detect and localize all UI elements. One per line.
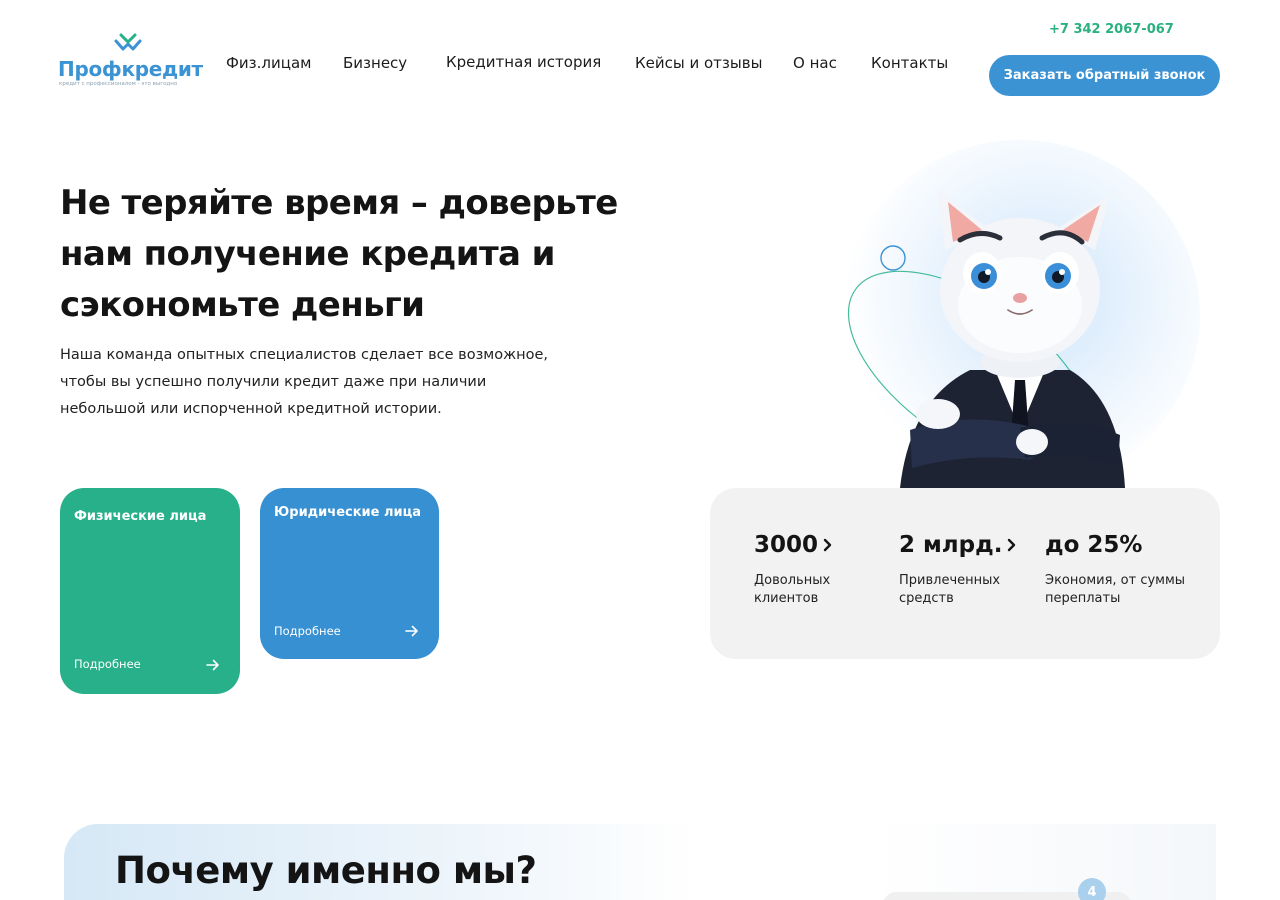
- step-badge: 4: [1078, 878, 1106, 900]
- logo[interactable]: Профкредит кредит с профессионалом - это…: [58, 32, 203, 92]
- arrow-right-icon[interactable]: [206, 659, 220, 671]
- site-header: Профкредит кредит с профессионалом - это…: [0, 0, 1280, 120]
- stat-label: Довольных клиентов: [754, 573, 831, 606]
- stat-label: Привлеченных средств: [899, 573, 1001, 606]
- hero-illustration: [820, 130, 1210, 490]
- stat-funds: 2 млрд. Привлеченных средств: [899, 532, 1016, 608]
- card-title: Физические лица: [74, 509, 207, 524]
- card-more-link[interactable]: Подробнее: [274, 624, 341, 638]
- hero-title: Не теряйте время – доверьте нам получени…: [60, 183, 618, 325]
- stat-value: до 25%: [1045, 532, 1195, 558]
- nav-item-credit-history[interactable]: Кредитная история: [446, 53, 601, 71]
- logo-mark-icon: [114, 33, 142, 51]
- chevron-right-icon: [823, 538, 832, 552]
- nav-item-business[interactable]: Бизнесу: [343, 54, 407, 72]
- why-us-section: Почему именно мы? 4: [64, 824, 1216, 900]
- stat-number: до 25%: [1045, 532, 1143, 558]
- why-us-title: Почему именно мы?: [115, 849, 537, 892]
- logo-tagline: кредит с профессионалом - это выгодно: [59, 81, 178, 87]
- nav-item-contacts[interactable]: Контакты: [871, 54, 948, 72]
- stats-panel: 3000 Довольных клиентов 2 млрд. Привлече…: [710, 488, 1220, 659]
- stat-number: 2 млрд.: [899, 532, 1003, 558]
- cat-mascot-image: [847, 190, 1125, 488]
- stat-value: 2 млрд.: [899, 532, 1016, 558]
- stat-value: 3000: [754, 532, 864, 558]
- hero-subtitle: Наша команда опытных специалистов сделае…: [60, 347, 549, 417]
- callback-button[interactable]: Заказать обратный звонок: [989, 55, 1220, 96]
- phone-number[interactable]: +7 342 2067-067: [1049, 22, 1174, 37]
- stat-savings: до 25% Экономия, от суммы переплаты: [1045, 532, 1195, 608]
- arrow-right-icon[interactable]: [405, 625, 419, 637]
- card-more-link[interactable]: Подробнее: [74, 657, 141, 671]
- card-title: Юридические лица: [274, 505, 422, 520]
- nav-item-cases-reviews[interactable]: Кейсы и отзывы: [635, 54, 762, 72]
- stat-label: Экономия, от суммы переплаты: [1045, 573, 1186, 606]
- card-individuals[interactable]: Физические лица Подробнее: [60, 488, 240, 694]
- stat-number: 3000: [754, 532, 819, 558]
- nav-item-about[interactable]: О нас: [793, 54, 837, 72]
- nav-item-individuals[interactable]: Физ.лицам: [226, 54, 311, 72]
- card-legal-entities[interactable]: Юридические лица Подробнее: [260, 488, 439, 659]
- stat-clients: 3000 Довольных клиентов: [754, 532, 864, 608]
- logo-name: Профкредит: [58, 57, 203, 81]
- chevron-right-icon: [1008, 538, 1016, 552]
